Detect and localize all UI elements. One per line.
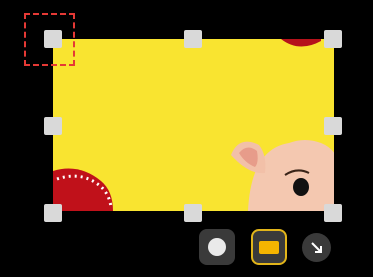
highlight-box: [24, 13, 75, 66]
crop-handle-top-middle[interactable]: [184, 30, 202, 48]
crop-preview-image[interactable]: [53, 39, 334, 211]
crop-handle-middle-left[interactable]: [44, 117, 62, 135]
crop-handle-bottom-right[interactable]: [324, 204, 342, 222]
circle-icon: [208, 238, 226, 256]
rectangle-icon: [259, 240, 279, 254]
crop-handle-bottom-middle[interactable]: [184, 204, 202, 222]
annotation-toolbar: [199, 229, 339, 265]
arrow-down-right-icon: [310, 241, 322, 253]
crop-editor: [0, 0, 373, 277]
circle-tool-button[interactable]: [199, 229, 235, 265]
crop-handle-middle-right[interactable]: [324, 117, 342, 135]
rectangle-tool-button[interactable]: [251, 229, 287, 265]
crop-handle-top-right[interactable]: [324, 30, 342, 48]
arrow-tool-button[interactable]: [302, 233, 331, 262]
crop-handle-bottom-left[interactable]: [44, 204, 62, 222]
cartoon-image: [53, 39, 334, 211]
